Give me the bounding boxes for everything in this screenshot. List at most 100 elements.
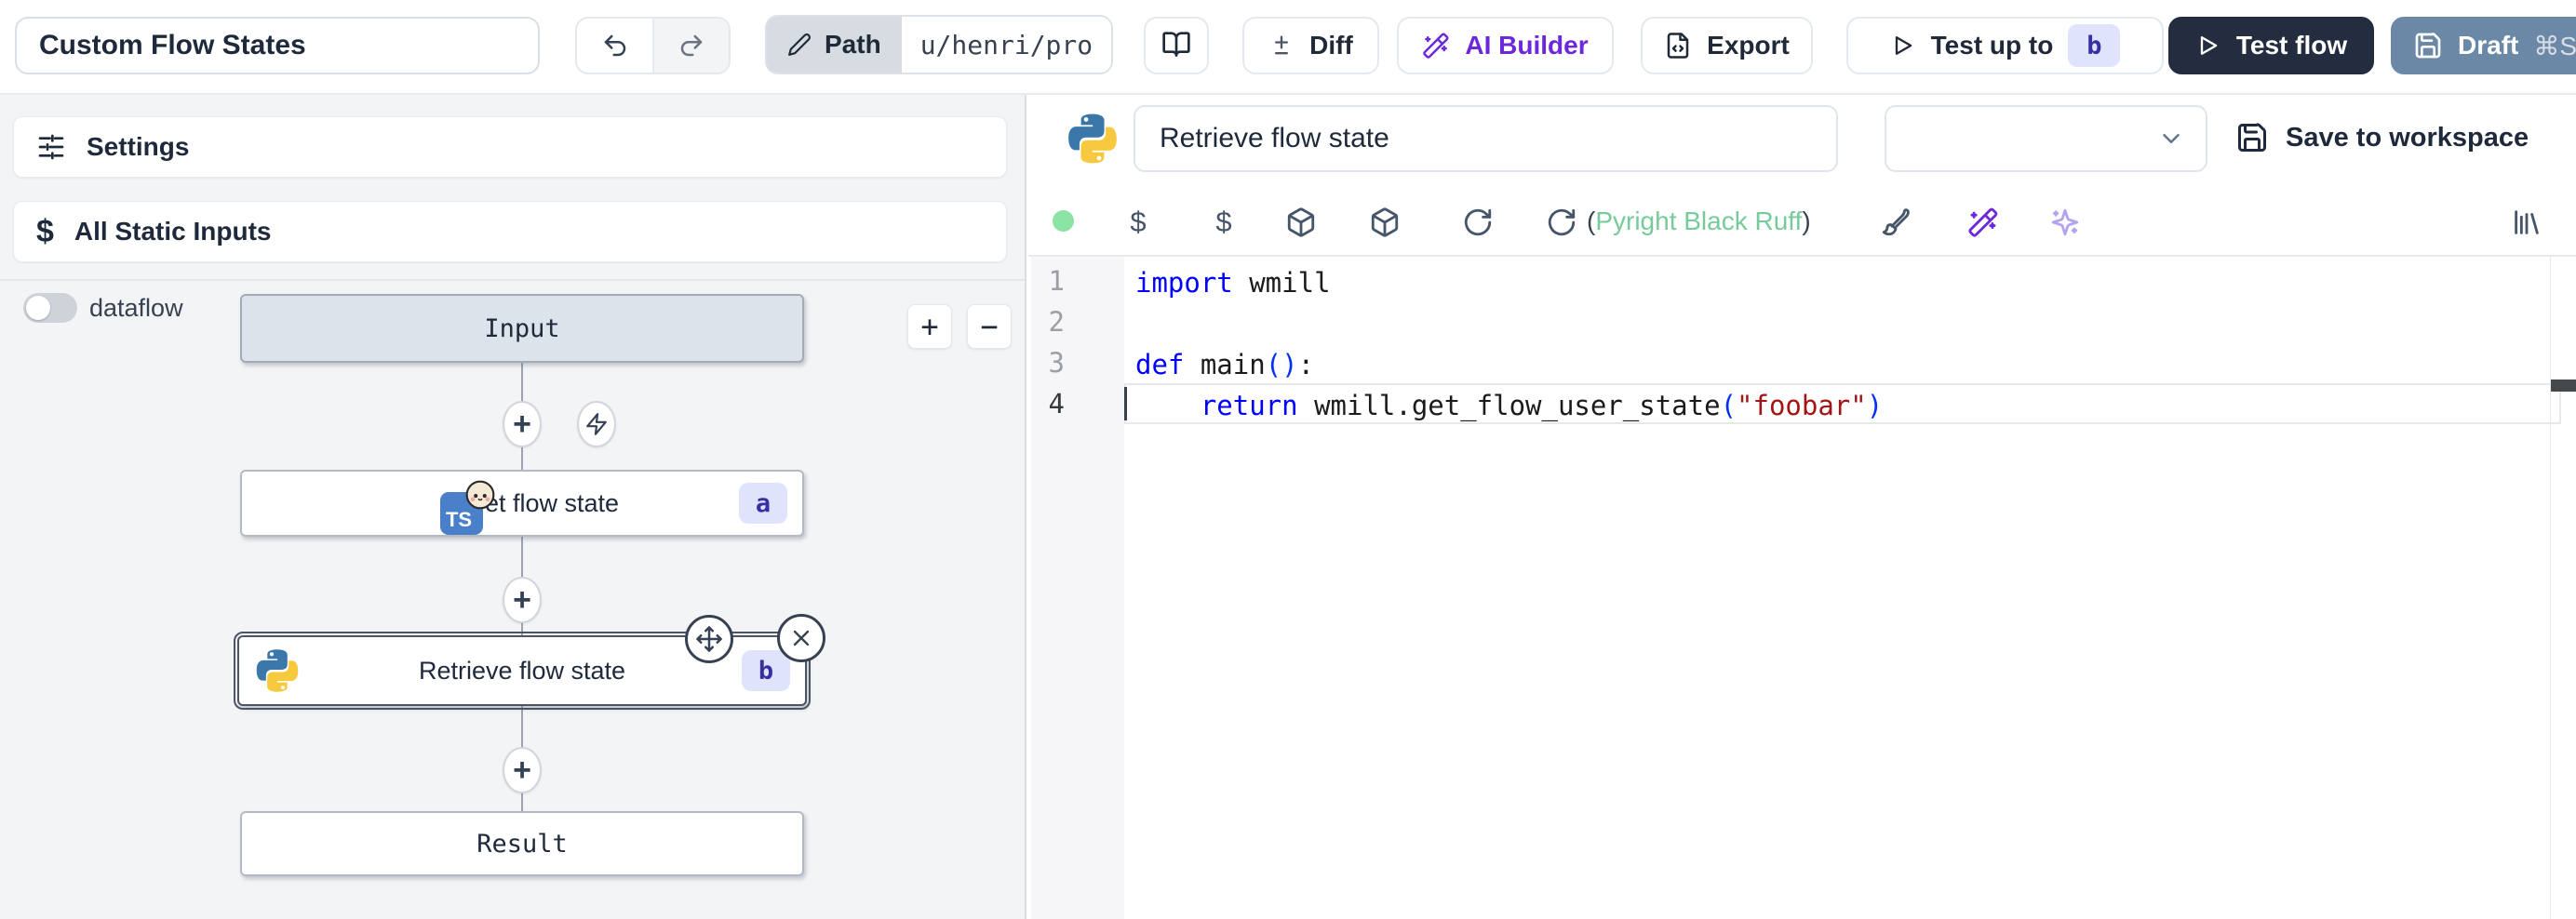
code-row: 1import wmill (1028, 260, 2576, 301)
code-token: wmill.get_flow_user_state (1298, 390, 1721, 421)
library-icon (2511, 206, 2542, 238)
test-up-to-button[interactable]: Test up to b (1846, 17, 2164, 74)
status-dot (1053, 210, 1074, 232)
format-button[interactable] (1873, 200, 1918, 245)
variables-button[interactable]: $ (1116, 200, 1161, 245)
draft-save-button[interactable]: Draft ⌘S (2391, 17, 2576, 74)
code-token: ) (1867, 390, 1883, 421)
code-token: def (1135, 349, 1184, 380)
play-icon (2195, 33, 2221, 59)
sliders-icon (36, 132, 66, 162)
code-token: import (1135, 267, 1233, 299)
line-number: 3 (1028, 342, 1124, 383)
export-button[interactable]: Export (1641, 17, 1813, 74)
ai-sparkles-button[interactable] (2043, 200, 2087, 245)
docs-button[interactable] (1144, 17, 1209, 74)
flow-name-input[interactable] (15, 17, 540, 74)
dataflow-label: dataflow (89, 294, 183, 323)
undo-button[interactable] (577, 19, 652, 73)
code-token (1135, 390, 1201, 421)
graph-divider (0, 279, 1025, 281)
path-group: Path u/henri/pro (765, 15, 1113, 74)
flow-node-result[interactable]: Result (240, 811, 804, 876)
step-id-badge: b (742, 650, 790, 691)
package-button[interactable] (1279, 200, 1323, 245)
settings-label: Settings (87, 132, 189, 162)
line-number: 1 (1028, 260, 1124, 301)
package-button[interactable] (1362, 200, 1407, 245)
all-static-inputs-row[interactable]: $ All Static Inputs (13, 201, 1007, 262)
insert-step-button[interactable]: + (503, 577, 542, 623)
step-id-badge: a (739, 483, 787, 524)
code-row: 3def main(): (1028, 342, 2576, 383)
code-editor[interactable]: 1import wmill23def main():4 return wmill… (1028, 255, 2576, 919)
dataflow-toggle[interactable] (23, 293, 77, 323)
code-lines: 1import wmill23def main():4 return wmill… (1028, 260, 2576, 424)
pencil-icon (787, 33, 812, 57)
flow-node-set-flow-state[interactable]: TS Set flow state a (240, 470, 804, 537)
delete-step-button[interactable] (777, 614, 825, 662)
dollar-icon: $ (1130, 206, 1146, 239)
editor-scrollbar[interactable] (2550, 257, 2551, 919)
code-token: return (1201, 390, 1298, 421)
book-open-icon (1161, 31, 1191, 60)
reload-button[interactable] (1456, 200, 1500, 245)
ai-edit-button[interactable] (1961, 200, 2006, 245)
all-static-inputs-label: All Static Inputs (74, 217, 272, 246)
zoom-in-button[interactable]: + (907, 304, 952, 349)
paintbrush-icon (1880, 206, 1912, 238)
wand-sparkles-icon (1967, 206, 1999, 238)
code-line[interactable]: import wmill (1124, 260, 2561, 301)
redo-icon (678, 32, 705, 60)
undo-redo-group (575, 17, 731, 74)
insert-step-button[interactable]: + (503, 401, 542, 447)
line-number: 2 (1028, 301, 1124, 342)
settings-row[interactable]: Settings (13, 116, 1007, 178)
bun-logo-icon (464, 479, 496, 511)
flow-graph-panel: Settings $ All Static Inputs dataflow + … (0, 95, 1026, 919)
move-icon (695, 625, 723, 653)
ai-builder-button[interactable]: AI Builder (1397, 17, 1614, 74)
save-icon (2413, 31, 2443, 60)
trigger-button[interactable] (577, 401, 616, 447)
redo-button[interactable] (652, 19, 729, 73)
library-button[interactable] (2504, 200, 2549, 245)
undo-icon (601, 32, 629, 60)
code-assistants-status[interactable]: (Pyright Black Ruff) (1587, 206, 1811, 236)
step-name-input[interactable] (1134, 105, 1838, 172)
path-button[interactable]: Path (767, 17, 902, 73)
python-icon (1066, 112, 1120, 166)
code-token: "foobar" (1737, 390, 1867, 421)
resources-button[interactable]: $ (1201, 200, 1246, 245)
diff-button[interactable]: Diff (1242, 17, 1379, 74)
play-icon (1890, 33, 1916, 59)
python-icon (254, 647, 301, 694)
chevron-down-icon (2157, 125, 2185, 153)
zoom-out-button[interactable]: − (967, 304, 1012, 349)
move-step-handle[interactable] (685, 615, 733, 663)
toggle-knob (26, 296, 50, 320)
code-line[interactable] (1124, 301, 2561, 342)
code-token: wmill (1233, 267, 1331, 299)
code-line[interactable]: return wmill.get_flow_user_state("foobar… (1124, 383, 2561, 424)
code-row: 2 (1028, 301, 2576, 342)
code-row: 4 return wmill.get_flow_user_state("foob… (1028, 383, 2576, 424)
reload-button[interactable] (1539, 200, 1584, 245)
save-options-dropdown[interactable] (1885, 105, 2207, 172)
sparkles-icon (2049, 206, 2081, 238)
package-icon (1369, 206, 1401, 238)
dollar-icon: $ (1215, 206, 1231, 239)
refresh-icon (1462, 206, 1494, 238)
path-value-field[interactable]: u/henri/pro (902, 17, 1111, 73)
wand-sparkles-icon (1422, 32, 1450, 60)
test-flow-button[interactable]: Test flow (2168, 17, 2374, 74)
save-to-workspace-button[interactable]: Save to workspace (2235, 110, 2529, 166)
code-token: ( (1721, 390, 1737, 421)
flow-node-input[interactable]: Input (240, 294, 804, 363)
file-code-icon (1664, 32, 1692, 60)
code-token: main (1184, 349, 1265, 380)
step-editor-panel: Save to workspace $ $ (Pyright Black Ruf… (1028, 95, 2576, 919)
code-line[interactable]: def main(): (1124, 342, 2561, 383)
close-icon (788, 625, 814, 651)
insert-step-button[interactable]: + (503, 747, 542, 793)
